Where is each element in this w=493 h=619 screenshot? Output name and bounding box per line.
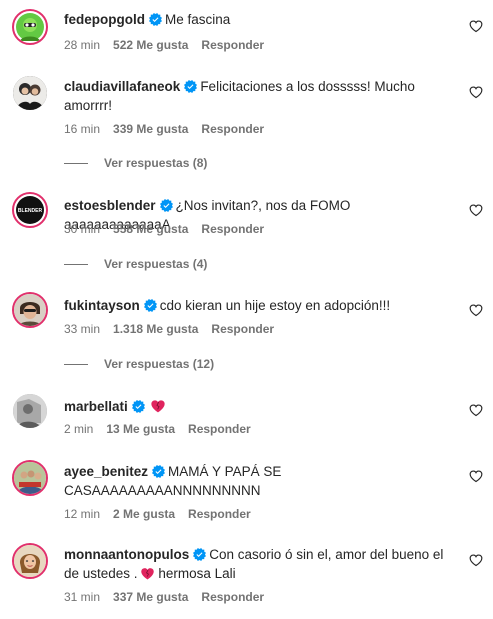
group-photo-avatar-icon xyxy=(14,462,46,494)
like-heart-icon[interactable] xyxy=(469,403,483,417)
comment-text-block: fukintayson cdo kieran un hije estoy en a… xyxy=(64,296,453,315)
comment-likes[interactable]: 522 Me gusta xyxy=(113,38,188,52)
comment-text-block: monnaantonopulos Con casorio ó sin el, am… xyxy=(64,545,453,583)
avatar[interactable] xyxy=(12,9,48,45)
verified-badge-icon xyxy=(152,465,165,478)
comment-likes[interactable]: 1.318 Me gusta xyxy=(113,322,198,336)
broken-heart-emoji-icon xyxy=(150,398,166,414)
comment-text: Me fascina xyxy=(165,12,231,27)
comment-username[interactable]: fukintayson xyxy=(64,298,140,313)
avatar[interactable] xyxy=(12,543,48,579)
comment-username[interactable]: ayee_benitez xyxy=(64,464,148,479)
comment-time: 12 min xyxy=(64,507,101,521)
reply-button[interactable]: Responder xyxy=(188,507,251,521)
verified-badge-icon xyxy=(149,13,162,26)
verified-badge-icon xyxy=(160,199,173,212)
view-replies-label: Ver respuestas (8) xyxy=(104,156,208,170)
divider xyxy=(64,162,88,164)
comment-likes[interactable]: 13 Me gusta xyxy=(106,422,175,436)
comment-text-block: fedepopgold Me fascina xyxy=(64,10,453,29)
grey-photo-avatar-icon xyxy=(13,394,47,428)
verified-badge-icon xyxy=(144,299,157,312)
verified-badge-icon xyxy=(132,400,145,413)
comment-username[interactable]: claudiavillafaneok xyxy=(64,79,180,94)
comment-meta: 12 min 2 Me gusta Responder xyxy=(64,507,264,521)
reply-button[interactable]: Responder xyxy=(201,38,264,52)
person-photo-avatar-icon xyxy=(14,294,46,326)
divider xyxy=(64,363,88,365)
view-replies-button[interactable]: Ver respuestas (4) xyxy=(64,257,207,271)
comment-username[interactable]: estoesblender xyxy=(64,198,156,213)
view-replies-label: Ver respuestas (4) xyxy=(104,257,208,271)
comment-meta: 28 min 522 Me gusta Responder xyxy=(64,38,277,52)
reply-button[interactable]: Responder xyxy=(201,590,264,604)
blender-logo-avatar-icon: BLENDER xyxy=(16,196,44,224)
green-cartoon-avatar-icon xyxy=(16,13,44,41)
verified-badge-icon xyxy=(193,548,206,561)
comment-time: 30 min xyxy=(64,222,101,236)
comment-text-block: marbellati xyxy=(64,397,453,416)
like-heart-icon[interactable] xyxy=(469,19,483,33)
avatar[interactable]: BLENDER xyxy=(12,192,48,228)
avatar[interactable] xyxy=(13,394,47,428)
comment-meta: 33 min 1.318 Me gusta Responder xyxy=(64,322,287,336)
avatar[interactable] xyxy=(13,76,47,110)
reply-button[interactable]: Responder xyxy=(211,322,274,336)
comment-likes[interactable]: 558 Me gusta xyxy=(113,222,188,236)
reply-button[interactable]: Responder xyxy=(201,222,264,236)
like-heart-icon[interactable] xyxy=(469,553,483,567)
woman-photo-avatar-icon xyxy=(14,545,46,577)
comment-text-block: claudiavillafaneok Felicitaciones a los d… xyxy=(64,77,453,115)
comment-likes[interactable]: 339 Me gusta xyxy=(113,122,188,136)
comment-text-block: ayee_benitez MAMÁ Y PAPÁ SE CASAAAAAAAAAN… xyxy=(64,462,453,500)
comment-username[interactable]: marbellati xyxy=(64,399,128,414)
comment-meta: 30 min 558 Me gusta Responder xyxy=(64,222,277,236)
heart-emoji-icon xyxy=(140,566,155,581)
like-heart-icon[interactable] xyxy=(469,303,483,317)
comment-meta: 16 min 339 Me gusta Responder xyxy=(64,122,277,136)
comment-username[interactable]: fedepopgold xyxy=(64,12,145,27)
comment-time: 28 min xyxy=(64,38,101,52)
comment-likes[interactable]: 2 Me gusta xyxy=(113,507,175,521)
view-replies-label: Ver respuestas (12) xyxy=(104,357,215,371)
comment-time: 31 min xyxy=(64,590,101,604)
comment-meta: 2 min 13 Me gusta Responder xyxy=(64,422,264,436)
comment-username[interactable]: monnaantonopulos xyxy=(64,547,189,562)
like-heart-icon[interactable] xyxy=(469,203,483,217)
like-heart-icon[interactable] xyxy=(469,85,483,99)
comment-time: 33 min xyxy=(64,322,101,336)
view-replies-button[interactable]: Ver respuestas (8) xyxy=(64,156,207,170)
view-replies-button[interactable]: Ver respuestas (12) xyxy=(64,357,214,371)
comment-text-suffix: hermosa Lali xyxy=(154,566,236,581)
verified-badge-icon xyxy=(184,80,197,93)
comment-meta: 31 min 337 Me gusta Responder xyxy=(64,590,277,604)
couple-photo-avatar-icon xyxy=(13,76,47,110)
like-heart-icon[interactable] xyxy=(469,469,483,483)
comment-text: cdo kieran un hije estoy en adopción!!! xyxy=(159,298,391,313)
avatar[interactable] xyxy=(12,292,48,328)
comment-likes[interactable]: 337 Me gusta xyxy=(113,590,188,604)
comment-time: 16 min xyxy=(64,122,101,136)
comment-time: 2 min xyxy=(64,422,94,436)
avatar[interactable] xyxy=(12,460,48,496)
divider xyxy=(64,263,88,265)
reply-button[interactable]: Responder xyxy=(188,422,251,436)
svg-text:BLENDER: BLENDER xyxy=(18,208,43,214)
reply-button[interactable]: Responder xyxy=(201,122,264,136)
